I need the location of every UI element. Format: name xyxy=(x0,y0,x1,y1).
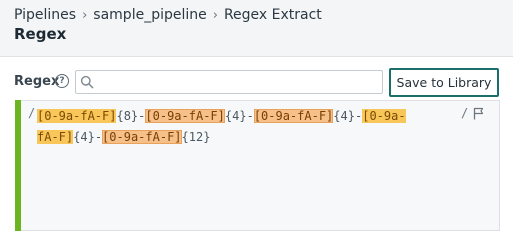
breadcrumb: Pipelines › sample_pipeline › Regex Extr… xyxy=(14,7,322,23)
breadcrumb-separator: › xyxy=(212,7,218,23)
regex-token-quantifier: {4} xyxy=(333,109,355,123)
regex-token-quantifier: {12} xyxy=(181,130,211,144)
search-icon xyxy=(80,75,94,89)
regex-token-char-class: [0-9a-fA-F] xyxy=(145,109,225,123)
regex-token-char-class: [0-9a-fA-F] xyxy=(102,130,182,144)
regex-token-quantifier: {4} xyxy=(73,130,95,144)
breadcrumb-separator: › xyxy=(82,7,88,23)
save-to-library-button[interactable]: Save to Library xyxy=(389,68,499,97)
regex-code[interactable]: [0-9a-fA-F]{8}-[0-9a-fA-F]{4}-[0-9a-fA-F… xyxy=(37,106,447,148)
regex-open-delimiter: / xyxy=(28,106,36,120)
regex-token-char-class: [0-9a- xyxy=(362,109,406,123)
regex-token-quantifier: {8} xyxy=(116,109,139,123)
editor-valid-indicator xyxy=(15,100,21,231)
regex-search-input[interactable] xyxy=(96,71,376,93)
regex-token-char-class: [0-9a-fA-F] xyxy=(37,109,117,123)
help-icon[interactable]: ? xyxy=(55,74,69,88)
regex-token-quantifier: {4} xyxy=(224,109,247,123)
page-title: Regex xyxy=(14,25,67,43)
regex-token-char-class: [0-9a-fA-F] xyxy=(253,109,334,123)
regex-token-char-class: fA-F] xyxy=(37,130,74,144)
flag-icon[interactable] xyxy=(473,107,485,120)
breadcrumb-item-regex-extract[interactable]: Regex Extract xyxy=(224,7,322,23)
breadcrumb-item-sample-pipeline[interactable]: sample_pipeline xyxy=(93,7,206,23)
regex-label: Regex xyxy=(14,74,60,89)
regex-close-delimiter: / xyxy=(461,106,469,120)
regex-token-literal: - xyxy=(94,130,103,144)
regex-search-box[interactable] xyxy=(75,70,383,94)
header: Pipelines › sample_pipeline › Regex Extr… xyxy=(0,0,513,57)
breadcrumb-item-pipelines[interactable]: Pipelines xyxy=(14,7,76,23)
regex-token-literal: - xyxy=(246,109,254,123)
